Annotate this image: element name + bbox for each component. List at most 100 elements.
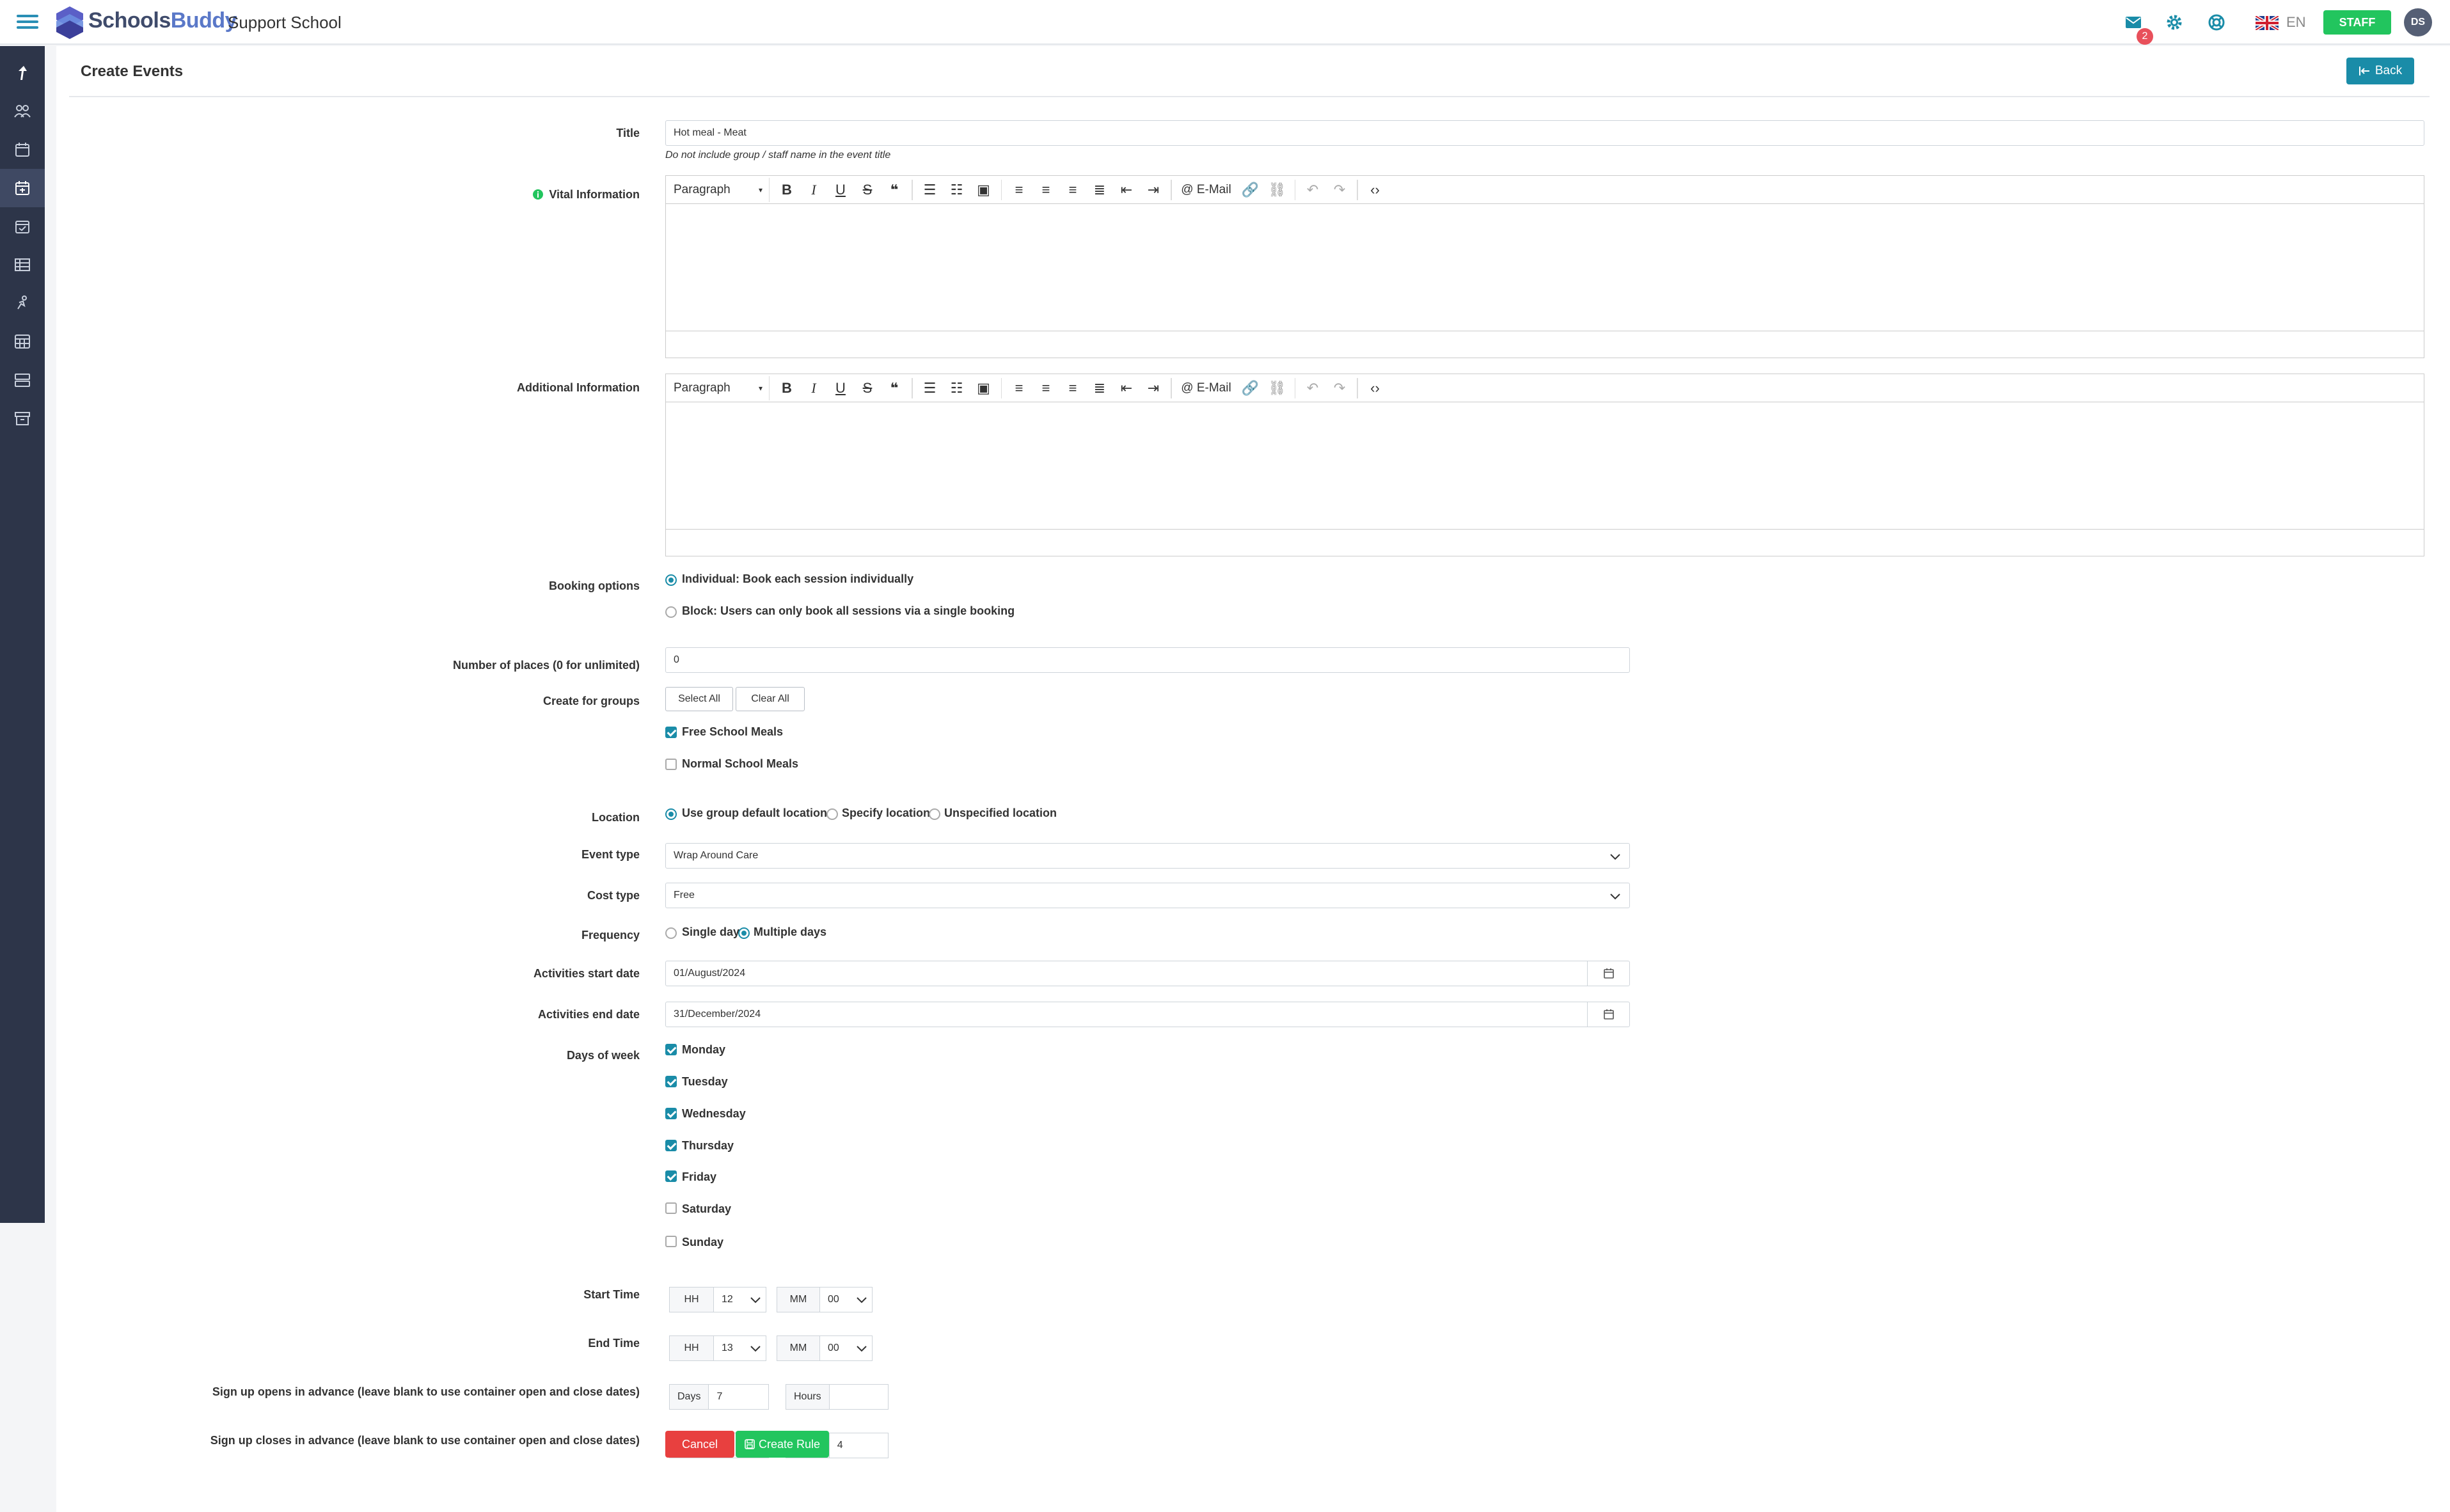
back-button[interactable]: Back: [2346, 58, 2414, 84]
event-type-select[interactable]: Wrap Around Care: [665, 843, 1630, 869]
undo-button[interactable]: ↶: [1299, 376, 1326, 400]
email-button[interactable]: @ E-Mail: [1176, 178, 1237, 202]
unlink-button[interactable]: ⛓: [1264, 376, 1291, 400]
day-thursday-checkbox[interactable]: [665, 1140, 677, 1151]
location-default-radio[interactable]: [665, 808, 677, 820]
day-saturday-checkbox[interactable]: [665, 1202, 677, 1214]
closes-hours-input[interactable]: 4: [829, 1433, 889, 1458]
indent-button[interactable]: ⇥: [1140, 178, 1167, 202]
quote-button[interactable]: ❝: [881, 178, 908, 202]
redo-button[interactable]: ↷: [1326, 376, 1353, 400]
end-date-input[interactable]: 31/December/2024: [665, 1002, 1630, 1027]
separator: [1294, 377, 1295, 398]
frequency-single-radio[interactable]: [665, 927, 677, 939]
day-wednesday-checkbox[interactable]: [665, 1108, 677, 1119]
day-wednesday-label: Wednesday: [682, 1107, 746, 1120]
day-sunday-checkbox[interactable]: [665, 1236, 677, 1247]
bold-button[interactable]: B: [773, 376, 800, 400]
align-left-button[interactable]: ≡: [1006, 376, 1032, 400]
places-input[interactable]: 0: [665, 647, 1630, 673]
align-center-button[interactable]: ≡: [1032, 376, 1059, 400]
image-button[interactable]: ▣: [970, 178, 997, 202]
start-hour-select[interactable]: 12: [714, 1287, 766, 1312]
sidebar-item-home[interactable]: [0, 54, 45, 92]
quote-button[interactable]: ❝: [881, 376, 908, 400]
day-monday-checkbox[interactable]: [665, 1044, 677, 1055]
sidebar-item-schedule[interactable]: [0, 207, 45, 246]
format-select[interactable]: Paragraph ▾: [668, 177, 770, 202]
format-select[interactable]: Paragraph ▾: [668, 375, 770, 400]
sidebar-item-groups[interactable]: [0, 92, 45, 130]
gear-icon[interactable]: [2163, 12, 2185, 33]
additional-info-editor[interactable]: Paragraph ▾ B I U S ❝ ☰ ☷ ▣ ≡ ≡ ≡ ≣ ⇤ ⇥ @…: [665, 374, 2424, 556]
end-hour-select[interactable]: 13: [714, 1335, 766, 1361]
booking-individual-radio[interactable]: [665, 574, 677, 586]
staff-badge[interactable]: STAFF: [2323, 10, 2391, 35]
source-code-button[interactable]: ‹›: [1362, 376, 1389, 400]
opens-hours-input[interactable]: [829, 1384, 889, 1410]
location-unspecified-radio[interactable]: [929, 808, 940, 820]
clear-all-button[interactable]: Clear All: [736, 687, 805, 711]
source-code-button[interactable]: ‹›: [1362, 178, 1389, 202]
calendar-button[interactable]: [1587, 1002, 1629, 1027]
editor-body[interactable]: [666, 204, 2424, 331]
outdent-button[interactable]: ⇤: [1113, 376, 1140, 400]
help-icon[interactable]: [2206, 12, 2227, 33]
bold-button[interactable]: B: [773, 178, 800, 202]
calendar-button[interactable]: [1587, 961, 1629, 986]
group-normal-checkbox[interactable]: [665, 759, 677, 770]
redo-button[interactable]: ↷: [1326, 178, 1353, 202]
sidebar-item-grid[interactable]: [0, 322, 45, 361]
select-all-button[interactable]: Select All: [665, 687, 733, 711]
day-tuesday-checkbox[interactable]: [665, 1076, 677, 1087]
image-button[interactable]: ▣: [970, 376, 997, 400]
editor-body[interactable]: [666, 402, 2424, 529]
group-free-checkbox[interactable]: [665, 727, 677, 738]
sidebar-item-table[interactable]: [0, 246, 45, 284]
justify-button[interactable]: ≣: [1086, 178, 1113, 202]
align-right-button[interactable]: ≡: [1059, 178, 1086, 202]
start-date-input[interactable]: 01/August/2024: [665, 961, 1630, 986]
sidebar-item-activity[interactable]: [0, 284, 45, 322]
strikethrough-button[interactable]: S: [854, 178, 881, 202]
menu-icon[interactable]: [17, 12, 38, 33]
numbered-list-button[interactable]: ☷: [944, 178, 970, 202]
end-min-select[interactable]: 00: [820, 1335, 873, 1361]
bullet-list-button[interactable]: ☰: [917, 178, 944, 202]
align-right-button[interactable]: ≡: [1059, 376, 1086, 400]
title-input[interactable]: Hot meal - Meat: [665, 120, 2424, 146]
start-min-select[interactable]: 00: [820, 1287, 873, 1312]
create-rule-button[interactable]: Create Rule: [736, 1431, 829, 1458]
location-specify-radio[interactable]: [826, 808, 838, 820]
language-selector[interactable]: EN: [2286, 14, 2306, 31]
unlink-button[interactable]: ⛓: [1264, 178, 1291, 202]
avatar[interactable]: DS: [2404, 8, 2432, 36]
undo-button[interactable]: ↶: [1299, 178, 1326, 202]
link-button[interactable]: 🔗: [1237, 178, 1264, 202]
additional-info-label: Additional Information: [517, 381, 640, 394]
frequency-multiple-radio[interactable]: [738, 927, 750, 939]
align-center-button[interactable]: ≡: [1032, 178, 1059, 202]
table-icon: [15, 258, 30, 271]
indent-button[interactable]: ⇥: [1140, 376, 1167, 400]
link-button[interactable]: 🔗: [1237, 376, 1264, 400]
underline-button[interactable]: U: [827, 376, 854, 400]
uk-flag-icon[interactable]: [2256, 16, 2279, 30]
align-left-button[interactable]: ≡: [1006, 178, 1032, 202]
strikethrough-button[interactable]: S: [854, 376, 881, 400]
email-button[interactable]: @ E-Mail: [1176, 376, 1237, 400]
vital-info-editor[interactable]: Paragraph ▾ B I U S ❝ ☰ ☷ ▣ ≡ ≡ ≡ ≣ ⇤ ⇥ @…: [665, 175, 2424, 358]
cancel-button[interactable]: Cancel: [665, 1431, 734, 1458]
numbered-list-button[interactable]: ☷: [944, 376, 970, 400]
bullet-list-button[interactable]: ☰: [917, 376, 944, 400]
sidebar-item-archive[interactable]: [0, 399, 45, 437]
italic-button[interactable]: I: [800, 178, 827, 202]
outdent-button[interactable]: ⇤: [1113, 178, 1140, 202]
opens-days-input[interactable]: 7: [709, 1384, 770, 1410]
day-friday-checkbox[interactable]: [665, 1170, 677, 1182]
italic-button[interactable]: I: [800, 376, 827, 400]
justify-button[interactable]: ≣: [1086, 376, 1113, 400]
underline-button[interactable]: U: [827, 178, 854, 202]
cost-type-select[interactable]: Free: [665, 883, 1630, 908]
booking-block-radio[interactable]: [665, 606, 677, 618]
